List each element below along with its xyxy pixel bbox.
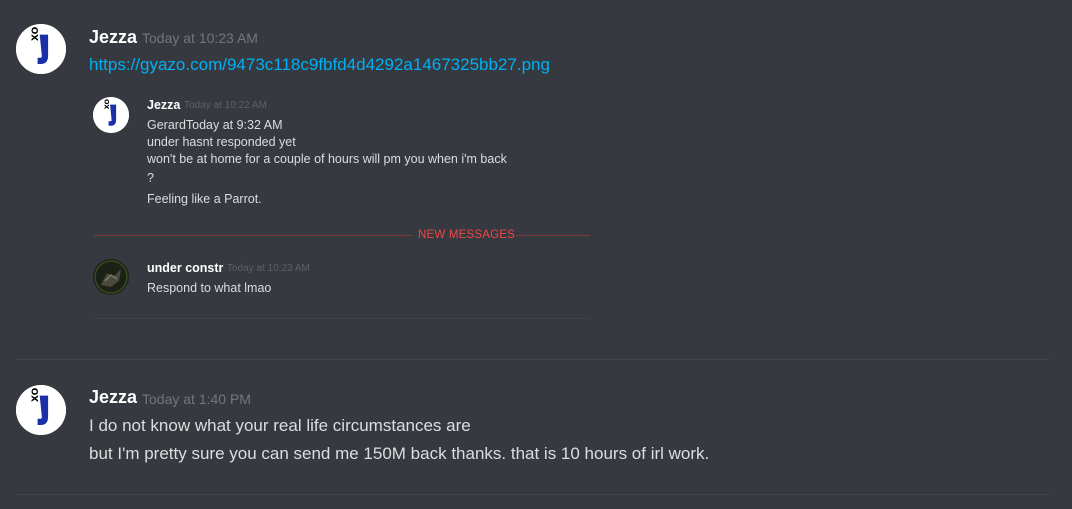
message-timestamp: Today at 10:23 AM	[142, 30, 258, 46]
embed-line: won't be at home for a couple of hours w…	[147, 152, 507, 166]
embed-timestamp: Today at 10:23 AM	[227, 263, 310, 274]
embed-divider	[94, 318, 591, 319]
embed-line: GerardToday at 9:32 AM	[147, 118, 283, 132]
jezza-avatar-icon: XO	[16, 385, 66, 435]
embed-author-name: Jezza	[147, 98, 181, 112]
svg-text:XO: XO	[31, 26, 41, 41]
embed-line: Respond to what lmao	[147, 281, 272, 295]
message-line: I do not know what your real life circum…	[89, 416, 471, 435]
author-name[interactable]: Jezza	[89, 26, 137, 48]
jezza-avatar-icon: XO	[93, 97, 129, 133]
message-divider	[16, 494, 1050, 495]
message-timestamp: Today at 1:40 PM	[142, 391, 251, 407]
embed-avatar: XO	[93, 97, 129, 133]
embed-line: ?	[147, 171, 154, 185]
embed-line: under hasnt responded yet	[147, 135, 296, 149]
under-constr-avatar-icon	[93, 259, 129, 295]
message-link[interactable]: https://gyazo.com/9473c118c9fbfd4d4292a1…	[89, 54, 550, 76]
message-group-1: XO Jezza Today at 10:23 AM https://gyazo…	[0, 0, 1072, 340]
message-group-2: XO Jezza Today at 1:40 PM I do not know …	[0, 360, 1072, 500]
author-name[interactable]: Jezza	[89, 386, 137, 408]
embed-timestamp: Today at 10:22 AM	[184, 100, 267, 111]
embed-author-name: under constr	[147, 261, 224, 275]
message-line: but I'm pretty sure you can send me 150M…	[89, 444, 710, 463]
user-avatar[interactable]: XO	[16, 24, 66, 74]
embed-avatar	[93, 259, 129, 295]
svg-text:XO: XO	[103, 98, 111, 109]
embedded-image[interactable]: XO Jezza Today at 10:22 AM GerardToday a…	[88, 88, 594, 322]
new-messages-divider	[94, 235, 412, 236]
new-messages-divider	[516, 235, 590, 236]
embed-line: Feeling like a Parrot.	[147, 192, 262, 206]
user-avatar[interactable]: XO	[16, 385, 66, 435]
svg-text:XO: XO	[31, 387, 41, 402]
jezza-avatar-icon: XO	[16, 24, 66, 74]
new-messages-label: NEW MESSAGES	[418, 229, 515, 241]
